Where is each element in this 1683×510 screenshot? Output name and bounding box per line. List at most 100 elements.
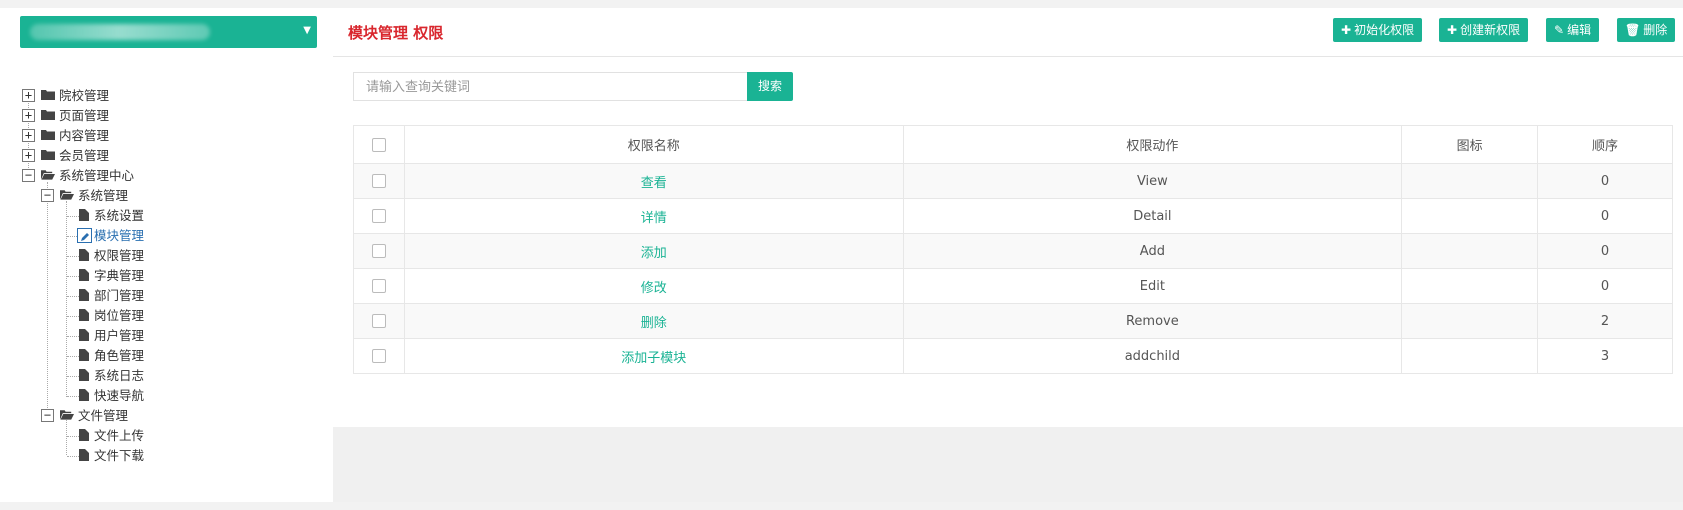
pencil-icon: ✎ — [1554, 23, 1565, 37]
folder-open-icon — [60, 190, 74, 200]
tree-line — [47, 182, 48, 410]
edit-button[interactable]: ✎ 编辑 — [1546, 18, 1600, 42]
row-checkbox[interactable] — [371, 349, 386, 363]
tree-node-label: 内容管理 — [59, 128, 110, 143]
row-select-cell[interactable] — [353, 233, 405, 269]
column-header-order[interactable]: 顺序 — [1537, 125, 1673, 164]
file-icon — [79, 269, 89, 281]
table-row[interactable]: 修改 Edit 0 — [353, 268, 1673, 304]
table-row[interactable]: 详情 Detail 0 — [353, 198, 1673, 234]
action-cell: Edit — [902, 268, 1403, 304]
table-row[interactable]: 删除 Remove 2 — [353, 303, 1673, 339]
tree-node-label: 角色管理 — [94, 348, 145, 363]
tree-node-label: 系统设置 — [94, 208, 145, 223]
name-cell[interactable]: 修改 — [403, 268, 904, 304]
collapse-icon[interactable]: − — [41, 409, 54, 422]
action-cell: Add — [902, 233, 1403, 269]
create-permission-button[interactable]: ✚ 创建新权限 — [1439, 18, 1529, 42]
folder-icon — [41, 90, 55, 100]
expand-icon[interactable]: + — [22, 149, 35, 162]
tree-node-label: 会员管理 — [59, 148, 110, 163]
name-cell[interactable]: 添加 — [403, 233, 904, 269]
row-select-cell[interactable] — [353, 268, 405, 304]
order-cell: 0 — [1537, 268, 1673, 304]
plus-icon: ✚ — [1447, 23, 1458, 37]
row-checkbox[interactable] — [371, 209, 386, 223]
row-checkbox[interactable] — [371, 314, 386, 328]
order-cell: 3 — [1537, 338, 1673, 374]
name-cell[interactable]: 添加子模块 — [403, 338, 904, 374]
name-cell[interactable]: 详情 — [403, 198, 904, 234]
permission-name-link[interactable]: 删除 — [641, 316, 667, 331]
button-label: 删除 — [1643, 23, 1668, 37]
column-header-name[interactable]: 权限名称 — [403, 125, 904, 164]
tree-line — [67, 336, 79, 337]
row-select-cell[interactable] — [353, 163, 405, 199]
page-title: 模块管理 权限 — [348, 24, 444, 42]
icon-cell — [1401, 163, 1539, 199]
organization-name-redacted — [30, 24, 210, 40]
table-row[interactable]: 添加子模块 addchild 3 — [353, 338, 1673, 374]
row-checkbox[interactable] — [371, 174, 386, 188]
app-frame: ▼ + 院校管理 + 页面管理 + 内容管理 + 会员管理 − 系统管理中心 −… — [0, 8, 1683, 502]
button-label: 创建新权限 — [1460, 23, 1521, 37]
tree-line — [67, 376, 79, 377]
tree-node-label: 院校管理 — [59, 88, 110, 103]
expand-icon[interactable]: + — [22, 109, 35, 122]
button-label: 初始化权限 — [1354, 23, 1415, 37]
tree-node-label: 字典管理 — [94, 268, 145, 283]
file-icon — [79, 389, 89, 401]
tree-node-label: 系统管理中心 — [59, 168, 135, 183]
permission-name-link[interactable]: 添加子模块 — [621, 351, 686, 366]
search-input[interactable] — [353, 72, 749, 101]
collapse-icon[interactable]: − — [41, 189, 54, 202]
init-permissions-button[interactable]: ✚ 初始化权限 — [1333, 18, 1423, 42]
file-icon — [79, 329, 89, 341]
permission-name-link[interactable]: 详情 — [641, 211, 667, 226]
tree-line — [67, 356, 79, 357]
folder-icon — [41, 150, 55, 160]
collapse-icon[interactable]: − — [22, 169, 35, 182]
permission-name-link[interactable]: 添加 — [641, 246, 667, 261]
table-row[interactable]: 查看 View 0 — [353, 163, 1673, 199]
row-checkbox[interactable] — [371, 244, 386, 258]
folder-icon — [41, 130, 55, 140]
file-icon — [79, 209, 89, 221]
tree-line — [67, 396, 79, 397]
file-icon — [79, 309, 89, 321]
table-row[interactable]: 添加 Add 0 — [353, 233, 1673, 269]
main-panel: 模块管理 权限 ✚初始化权限 ✚创建新权限 ✎编辑 🗑删除 搜索 — [333, 8, 1683, 502]
tree-node-label: 权限管理 — [94, 248, 145, 263]
tree-node-label: 文件上传 — [94, 428, 145, 443]
name-cell[interactable]: 删除 — [403, 303, 904, 339]
name-cell[interactable]: 查看 — [403, 163, 904, 199]
column-header-icon[interactable]: 图标 — [1401, 125, 1539, 164]
action-cell: Remove — [902, 303, 1403, 339]
select-all-checkbox[interactable] — [371, 137, 386, 152]
icon-cell — [1401, 303, 1539, 339]
permission-name-link[interactable]: 查看 — [641, 176, 667, 191]
tree-node-label: 模块管理 — [94, 228, 145, 243]
tree-line — [67, 436, 79, 437]
column-header-action[interactable]: 权限动作 — [902, 125, 1403, 164]
expand-icon[interactable]: + — [22, 129, 35, 142]
row-checkbox[interactable] — [371, 279, 386, 293]
permission-name-link[interactable]: 修改 — [641, 281, 667, 296]
tree-node-label: 部门管理 — [94, 288, 145, 303]
search-button[interactable]: 搜索 — [747, 72, 793, 101]
delete-button[interactable]: 🗑 删除 — [1617, 18, 1676, 42]
file-icon — [79, 449, 89, 461]
tree-node-label: 岗位管理 — [94, 308, 145, 323]
organization-select[interactable]: ▼ — [20, 16, 317, 48]
expand-icon[interactable]: + — [22, 89, 35, 102]
file-icon — [79, 289, 89, 301]
plus-icon: ✚ — [1341, 23, 1352, 37]
row-select-cell[interactable] — [353, 198, 405, 234]
tree-node-label: 文件管理 — [78, 408, 129, 423]
row-select-cell[interactable] — [353, 303, 405, 339]
tree-line — [67, 236, 77, 237]
select-all-cell[interactable] — [353, 125, 405, 164]
row-select-cell[interactable] — [353, 338, 405, 374]
tree-node-label: 快速导航 — [94, 388, 145, 403]
tree-line — [67, 276, 79, 277]
